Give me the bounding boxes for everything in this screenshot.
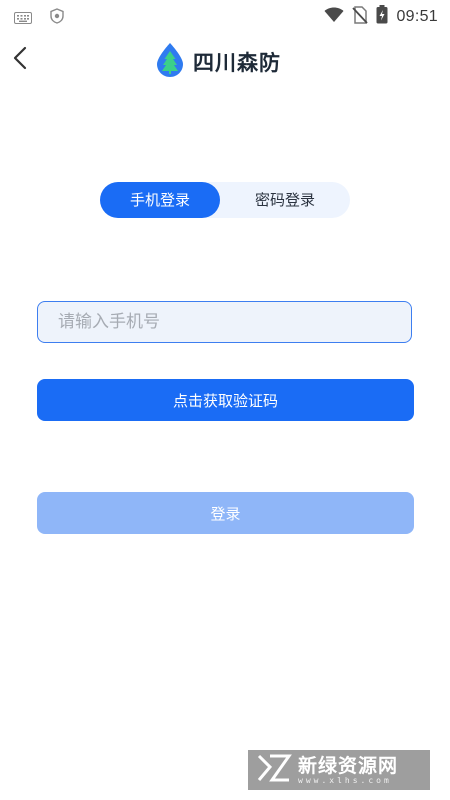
login-method-tabs: 手机登录 密码登录 [100, 182, 350, 218]
status-bar: 09:51 [0, 0, 450, 32]
watermark-url: www.xlhs.com [298, 775, 392, 785]
status-bar-left [14, 8, 64, 28]
login-screen: 09:51 四川森防 手机登录 密码登录 点击获取验证码 [0, 0, 450, 800]
login-button[interactable]: 登录 [37, 492, 414, 534]
no-sim-icon [352, 5, 369, 28]
watermark-texts: 新绿资源网 www.xlhs.com [298, 756, 398, 785]
keyboard-icon [14, 9, 32, 28]
status-bar-right: 09:51 [324, 5, 438, 28]
watermark-name: 新绿资源网 [298, 754, 399, 777]
header: 四川森防 [0, 36, 450, 84]
status-time: 09:51 [396, 7, 438, 25]
phone-input[interactable] [37, 301, 412, 343]
shield-icon [50, 8, 64, 28]
app-title: 四川森防 [193, 51, 281, 75]
brand: 四川森防 [155, 42, 281, 82]
tab-phone-login[interactable]: 手机登录 [100, 182, 220, 218]
tab-password-login[interactable]: 密码登录 [220, 182, 350, 218]
back-button[interactable] [6, 44, 34, 76]
battery-icon [376, 5, 388, 28]
wifi-icon [324, 7, 344, 27]
tree-drop-icon [155, 42, 185, 82]
watermark-logo-icon [256, 753, 292, 787]
watermark: 新绿资源网 www.xlhs.com [248, 750, 430, 790]
chevron-left-icon [13, 46, 27, 74]
get-code-button[interactable]: 点击获取验证码 [37, 379, 414, 421]
